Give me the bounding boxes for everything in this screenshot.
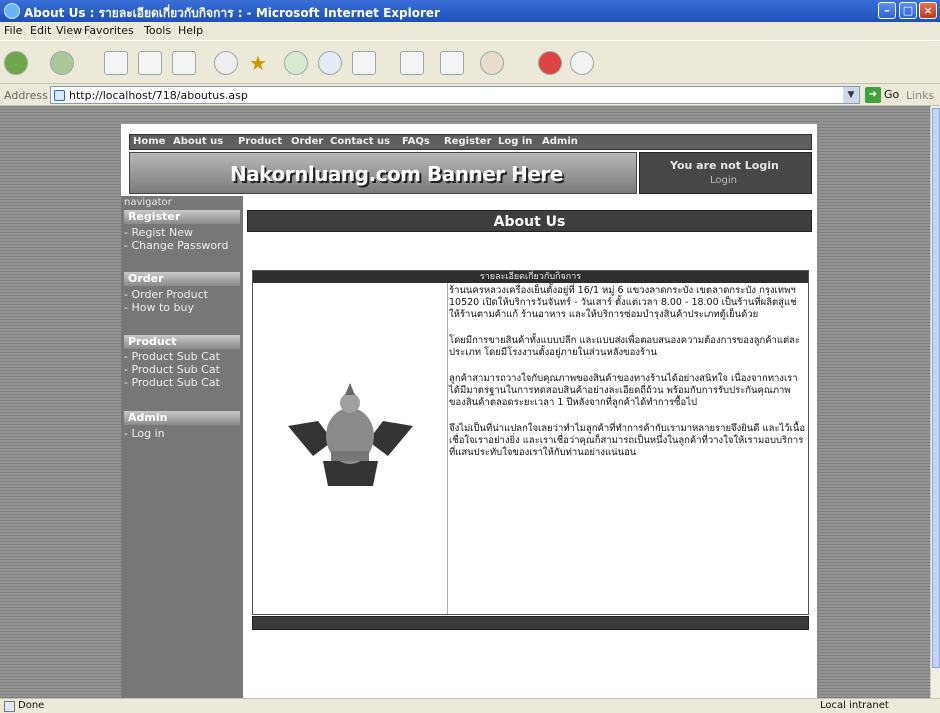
nav-order[interactable]: Order	[291, 136, 323, 147]
address-input[interactable]: http://localhost/718/aboutus.asp ▼	[50, 86, 860, 104]
sidebar-item-product-sub-cat-2[interactable]: - Product Sub Cat	[124, 363, 220, 376]
page-title: About Us	[493, 214, 566, 230]
sidebar-item-regist-new[interactable]: - Regist New	[124, 226, 193, 239]
nav-register[interactable]: Register	[444, 136, 492, 147]
stop-icon[interactable]	[104, 51, 128, 75]
links-label[interactable]: Links	[906, 89, 934, 102]
about-paragraph-1: ร้านนครหลวงเครื่องเย็นตั้งอยู่ที่ 16/1 ห…	[449, 285, 797, 320]
menu-view[interactable]: View	[56, 24, 82, 37]
discuss-icon[interactable]	[480, 51, 504, 75]
menu-edit[interactable]: Edit	[30, 24, 51, 37]
status-text: Done	[18, 700, 45, 711]
about-content-box: รายละเอียดเกี่ยวกับกิจการ ร้านนครหลวงเคร…	[252, 270, 809, 615]
nav-faqs[interactable]: FAQs	[402, 136, 430, 147]
main-content: About Us รายละเอียดเกี่ยวกับกิจการ ร้านน…	[247, 210, 812, 698]
nav-contact-us[interactable]: Contact us	[330, 136, 390, 147]
go-button[interactable]: ➜ Go	[865, 86, 903, 104]
home-icon[interactable]	[172, 51, 196, 75]
refresh-icon[interactable]	[138, 51, 162, 75]
print-icon[interactable]	[400, 51, 424, 75]
top-navigation: Home About us Product Order Contact us F…	[129, 134, 812, 150]
content-box-header: รายละเอียดเกี่ยวกับกิจการ	[253, 271, 808, 283]
page-status-icon	[4, 701, 15, 712]
company-logo-image	[283, 381, 418, 491]
history-icon[interactable]	[318, 51, 342, 75]
ie-icon	[4, 3, 20, 19]
menu-favorites[interactable]: Favorites	[84, 24, 134, 37]
site-banner: Nakornluang.com Banner Here	[129, 152, 637, 194]
login-status: You are not Login	[670, 159, 779, 172]
sidebar-section-order: Order	[124, 272, 240, 286]
login-status-panel: You are not Login Login	[639, 152, 812, 194]
messenger-icon[interactable]	[570, 51, 594, 75]
address-label: Address	[4, 89, 48, 102]
menu-help[interactable]: Help	[178, 24, 203, 37]
sidebar-item-order-product[interactable]: - Order Product	[124, 288, 208, 301]
address-bar: Address http://localhost/718/aboutus.asp…	[0, 84, 940, 106]
sidebar-section-register: Register	[124, 210, 240, 224]
content-footer-bar	[252, 616, 809, 630]
web-page: Home About us Product Order Contact us F…	[121, 124, 817, 698]
back-icon[interactable]	[4, 51, 28, 75]
search-icon[interactable]	[214, 51, 238, 75]
close-button[interactable]: ×	[919, 2, 937, 19]
about-text: ร้านนครหลวงเครื่องเย็นตั้งอยู่ที่ 16/1 ห…	[449, 285, 806, 613]
go-label: Go	[884, 88, 900, 101]
title-bar: About Us : รายละเอียดเกี่ยวกับกิจการ : -…	[0, 0, 940, 22]
maximize-button[interactable]: □	[899, 2, 917, 19]
address-url[interactable]: http://localhost/718/aboutus.asp	[69, 89, 248, 102]
page-icon	[54, 90, 65, 101]
research-icon[interactable]	[538, 51, 562, 75]
mail-icon[interactable]	[352, 51, 376, 75]
go-arrow-icon: ➜	[865, 87, 881, 103]
forward-icon[interactable]	[50, 51, 74, 75]
nav-admin[interactable]: Admin	[542, 136, 578, 147]
nav-home[interactable]: Home	[133, 136, 165, 147]
favorites-icon[interactable]: ★	[246, 51, 270, 75]
sidebar-section-product: Product	[124, 335, 240, 349]
about-paragraph-3: ลูกค้าสามารถวางใจกับคุณภาพของสินค้าของทา…	[449, 373, 798, 408]
media-icon[interactable]	[284, 51, 308, 75]
browser-window: About Us : รายละเอียดเกี่ยวกับกิจการ : -…	[0, 0, 940, 713]
login-link[interactable]: Login	[710, 175, 737, 186]
navigator-header: navigator	[124, 197, 172, 208]
nav-about-us[interactable]: About us	[173, 136, 223, 147]
about-paragraph-2: โดยมีการขายสินค้าทั้งแบบปลีก และแบบส่งเพ…	[449, 335, 801, 358]
menu-bar: File Edit View Favorites Tools Help	[0, 22, 940, 40]
sidebar-item-product-sub-cat-3[interactable]: - Product Sub Cat	[124, 376, 220, 389]
sidebar-navigator: navigator Register - Regist New - Change…	[121, 196, 243, 698]
window-title: About Us : รายละเอียดเกี่ยวกับกิจการ : -…	[24, 6, 440, 20]
security-zone: Local intranet	[820, 700, 889, 711]
sidebar-item-log-in[interactable]: - Log in	[124, 427, 165, 440]
vertical-scrollbar[interactable]	[930, 106, 940, 698]
nav-product[interactable]: Product	[238, 136, 282, 147]
sidebar-item-how-to-buy[interactable]: - How to buy	[124, 301, 194, 314]
sidebar-section-admin: Admin	[124, 411, 240, 425]
edit-icon[interactable]	[440, 51, 464, 75]
menu-file[interactable]: File	[4, 24, 22, 37]
status-bar: Done Local intranet	[0, 698, 940, 713]
minimize-button[interactable]: –	[878, 2, 896, 19]
sidebar-item-change-password[interactable]: - Change Password	[124, 239, 228, 252]
banner-text: Nakornluang.com Banner Here	[230, 162, 563, 186]
sidebar-item-product-sub-cat-1[interactable]: - Product Sub Cat	[124, 350, 220, 363]
toolbar: ★	[0, 40, 940, 84]
scroll-thumb[interactable]	[932, 108, 940, 668]
page-title-bar: About Us	[247, 210, 812, 232]
chevron-down-icon[interactable]: ▼	[843, 87, 859, 103]
menu-tools[interactable]: Tools	[144, 24, 171, 37]
nav-log-in[interactable]: Log in	[498, 136, 532, 147]
about-paragraph-4: จึงไม่เป็นที่น่าแปลกใจเลยว่าทำไมลูกค้าที…	[449, 423, 806, 458]
